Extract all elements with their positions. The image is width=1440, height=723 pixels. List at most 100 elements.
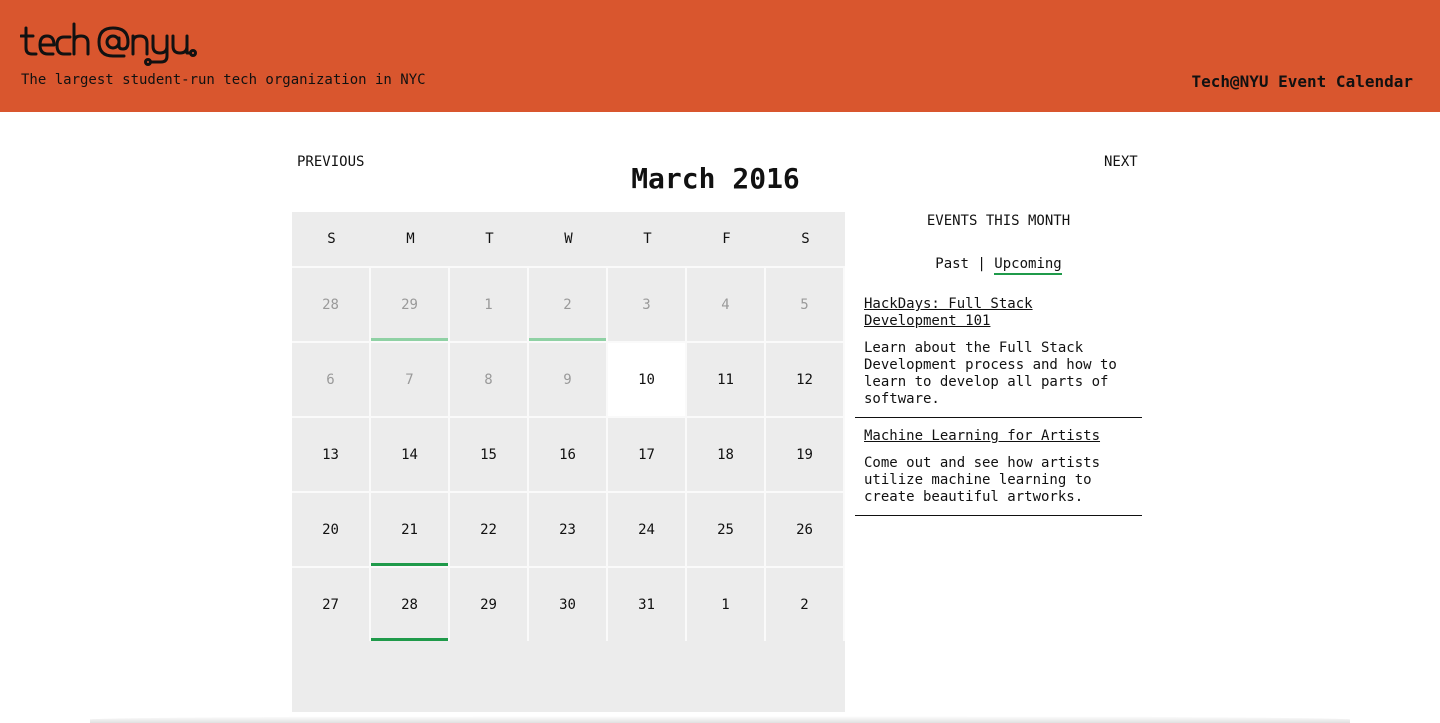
page-bottom-shadow [90, 716, 1350, 723]
calendar-day-cell[interactable]: 31 [608, 566, 687, 641]
calendar-day-cell[interactable]: 1 [687, 566, 766, 641]
weekday-label: M [406, 231, 415, 247]
event-list: HackDays: Full Stack Development 101 Lea… [855, 296, 1142, 516]
event-title-link[interactable]: Machine Learning for Artists [864, 428, 1133, 445]
weekday-label: S [327, 231, 336, 247]
day-number: 24 [638, 521, 655, 538]
day-number: 30 [559, 596, 576, 613]
day-number: 20 [322, 521, 339, 538]
events-panel: EVENTS THIS MONTH Past | Upcoming HackDa… [855, 212, 1142, 526]
day-number: 1 [721, 596, 730, 613]
event-filter-tabs: Past | Upcoming [855, 256, 1142, 275]
day-number: 12 [796, 371, 813, 388]
tab-past[interactable]: Past [935, 256, 969, 272]
event-description: Learn about the Full Stack Development p… [864, 340, 1117, 407]
tab-upcoming[interactable]: Upcoming [994, 256, 1062, 275]
calendar-day-cell[interactable]: 19 [766, 416, 845, 491]
calendar-day-cell[interactable]: 17 [608, 416, 687, 491]
day-number: 9 [563, 371, 572, 388]
calendar-day-cell-today[interactable]: 10 [608, 341, 687, 416]
event-item: Machine Learning for Artists Come out an… [855, 428, 1142, 516]
day-number: 28 [322, 296, 339, 313]
calendar-day-cell[interactable]: 12 [766, 341, 845, 416]
calendar-day-cell[interactable]: 23 [529, 491, 608, 566]
day-number: 4 [721, 296, 730, 313]
tech-at-nyu-logo[interactable] [20, 18, 200, 66]
day-number: 26 [796, 521, 813, 538]
day-number: 13 [322, 446, 339, 463]
calendar-day-cell[interactable]: 9 [529, 341, 608, 416]
day-number: 10 [638, 371, 655, 388]
calendar-day-cell[interactable]: 13 [292, 416, 371, 491]
calendar-day-cell[interactable]: 16 [529, 416, 608, 491]
weekday-header-row: S M T W T F S [292, 212, 845, 266]
calendar-day-cell[interactable]: 2 [766, 566, 845, 641]
calendar-day-cell[interactable]: 8 [450, 341, 529, 416]
day-number: 11 [717, 371, 734, 388]
day-number: 7 [405, 371, 414, 388]
calendar-day-cell-with-event[interactable]: 29 [371, 266, 450, 341]
day-number: 14 [401, 446, 418, 463]
day-number: 31 [638, 596, 655, 613]
calendar-day-cell[interactable]: 6 [292, 341, 371, 416]
calendar-day-cell-with-event[interactable]: 2 [529, 266, 608, 341]
day-grid: 28 29 1 2 3 4 5 6 7 8 9 10 11 12 13 14 15 16 17 18 19 20 21 22 2… [292, 266, 845, 641]
day-number: 19 [796, 446, 813, 463]
calendar-header-title: Tech@NYU Event Calendar [1191, 72, 1413, 91]
calendar-grid: S M T W T F S 28 29 1 2 3 4 5 6 7 8 9 10 11 12 13 14 15 1… [292, 212, 845, 712]
events-panel-title: EVENTS THIS MONTH [926, 213, 1071, 229]
weekday-label: S [801, 231, 810, 247]
day-number: 3 [642, 296, 651, 313]
calendar-day-cell[interactable]: 30 [529, 566, 608, 641]
calendar-day-cell[interactable]: 25 [687, 491, 766, 566]
weekday-label: T [485, 231, 494, 247]
calendar-day-cell[interactable]: 26 [766, 491, 845, 566]
day-number: 21 [401, 521, 418, 538]
day-number: 5 [800, 296, 809, 313]
tab-separator: | [977, 256, 986, 272]
weekday-label: W [564, 231, 573, 247]
day-number: 6 [326, 371, 335, 388]
day-number: 28 [401, 596, 418, 613]
day-number: 25 [717, 521, 734, 538]
weekday-label: F [722, 231, 731, 247]
day-number: 16 [559, 446, 576, 463]
day-number: 17 [638, 446, 655, 463]
day-number: 29 [401, 296, 418, 313]
day-number: 22 [480, 521, 497, 538]
calendar-day-cell[interactable]: 7 [371, 341, 450, 416]
day-number: 27 [322, 596, 339, 613]
weekday-label: T [643, 231, 652, 247]
day-number: 23 [559, 521, 576, 538]
calendar-day-cell[interactable]: 15 [450, 416, 529, 491]
day-number: 15 [480, 446, 497, 463]
calendar-day-cell[interactable]: 28 [292, 266, 371, 341]
calendar-day-cell[interactable]: 27 [292, 566, 371, 641]
calendar-day-cell[interactable]: 5 [766, 266, 845, 341]
site-header: The largest student-run tech organizatio… [0, 0, 1440, 112]
month-title-text: March 2016 [631, 162, 800, 195]
day-number: 18 [717, 446, 734, 463]
day-number: 29 [480, 596, 497, 613]
calendar-day-cell[interactable]: 4 [687, 266, 766, 341]
day-number: 1 [484, 296, 493, 313]
calendar-day-cell[interactable]: 3 [608, 266, 687, 341]
calendar-day-cell[interactable]: 11 [687, 341, 766, 416]
calendar-day-cell[interactable]: 29 [450, 566, 529, 641]
calendar-day-cell[interactable]: 18 [687, 416, 766, 491]
day-number: 2 [563, 296, 572, 313]
site-tagline: The largest student-run tech organizatio… [21, 72, 426, 88]
calendar-day-cell[interactable]: 24 [608, 491, 687, 566]
day-number: 2 [800, 596, 809, 613]
event-item: HackDays: Full Stack Development 101 Lea… [855, 296, 1142, 418]
calendar-day-cell[interactable]: 14 [371, 416, 450, 491]
calendar-day-cell[interactable]: 20 [292, 491, 371, 566]
event-description: Come out and see how artists utilize mac… [864, 455, 1101, 505]
calendar-day-cell-with-event[interactable]: 21 [371, 491, 450, 566]
day-number: 8 [484, 371, 493, 388]
calendar-day-cell-with-event[interactable]: 28 [371, 566, 450, 641]
month-title: March 2016 [292, 162, 1142, 195]
calendar-day-cell[interactable]: 1 [450, 266, 529, 341]
calendar-day-cell[interactable]: 22 [450, 491, 529, 566]
event-title-link[interactable]: HackDays: Full Stack Development 101 [864, 296, 1133, 330]
